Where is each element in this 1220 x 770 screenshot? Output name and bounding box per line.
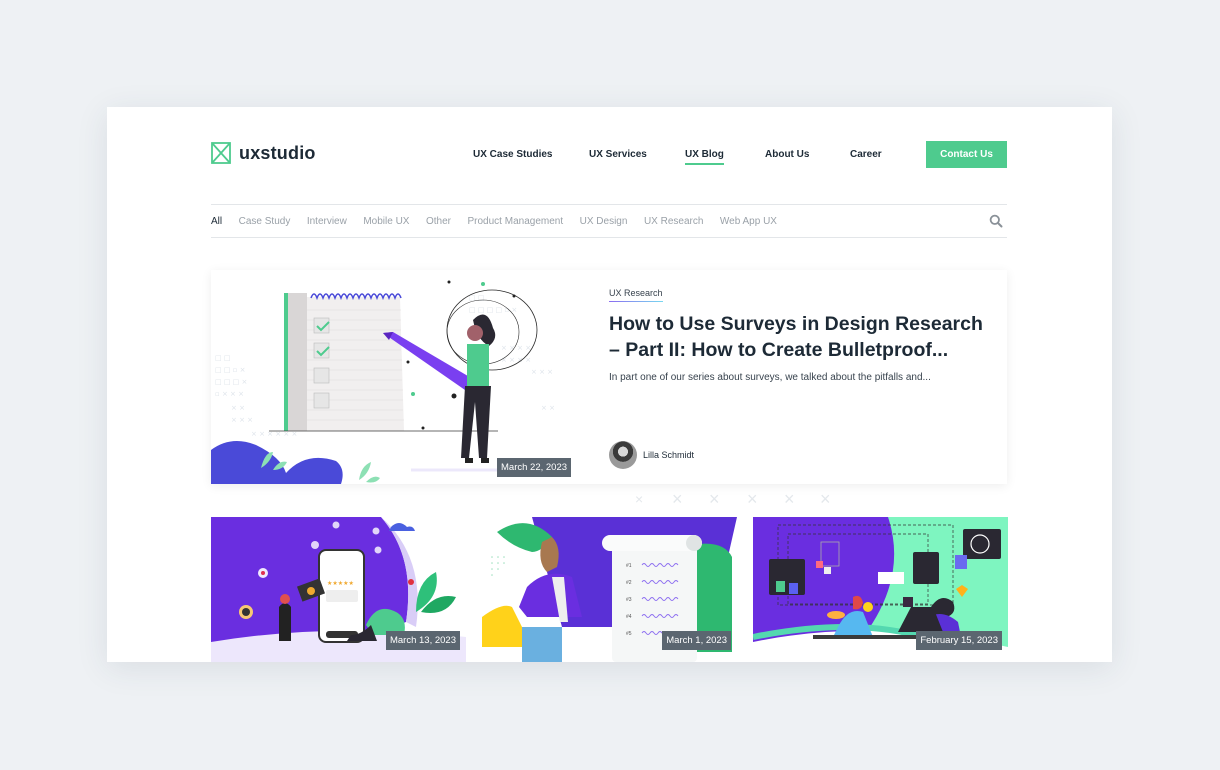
category-filter-bar: All Case Study Interview Mobile UX Other…: [211, 204, 1007, 238]
decorative-x-mark: ×: [672, 489, 683, 509]
card-date-badge: March 13, 2023: [385, 631, 460, 650]
svg-text:□ □: □ □: [215, 354, 230, 362]
nav-about-us[interactable]: About Us: [765, 149, 809, 160]
author[interactable]: Lilla Schmidt: [609, 441, 694, 469]
svg-text:□ □ ▫ ×: □ □ ▫ ×: [215, 366, 246, 374]
featured-article-illustration: □ □ □ □ ▫ × □ □ □ × ▫ × × × × × × × × × × × …: [211, 270, 575, 484]
filter-web-app-ux[interactable]: Web App UX: [720, 216, 777, 227]
svg-text:□ □ □ □ ▫ ×: □ □ □ □ ▫ ×: [469, 306, 517, 314]
search-icon[interactable]: [989, 214, 1003, 228]
category-tag[interactable]: UX Research: [609, 288, 663, 302]
article-excerpt: In part one of our series about surveys,…: [609, 372, 931, 383]
page-frame: uxstudio UX Case Studies UX Services UX …: [107, 107, 1112, 662]
author-name: Lilla Schmidt: [643, 450, 695, 460]
decorative-x-mark: ×: [820, 489, 831, 509]
filter-mobile-ux[interactable]: Mobile UX: [363, 216, 409, 227]
card-date-badge: February 15, 2023: [916, 631, 1002, 650]
svg-text:× × ×: × × ×: [231, 416, 253, 424]
article-card[interactable]: ★★★★★ March 13, 2023: [211, 517, 466, 662]
svg-text:× ×: × ×: [541, 404, 555, 412]
filter-case-study[interactable]: Case Study: [239, 216, 291, 227]
svg-text:× ×: × ×: [231, 404, 245, 412]
nav-career[interactable]: Career: [850, 149, 882, 160]
decorative-x-mark: ×: [747, 489, 758, 509]
filter-interview[interactable]: Interview: [307, 216, 347, 227]
svg-text:#4: #4: [626, 614, 632, 620]
card-date-badge: March 1, 2023: [662, 631, 731, 650]
svg-text:#3: #3: [626, 597, 632, 603]
filter-list: All Case Study Interview Mobile UX Other…: [211, 216, 793, 227]
svg-text:× × ×: × × ×: [531, 368, 553, 376]
avatar: [609, 441, 637, 469]
contact-us-button[interactable]: Contact Us: [926, 141, 1007, 168]
featured-article-body: UX Research How to Use Surveys in Design…: [609, 270, 987, 484]
article-card[interactable]: February 15, 2023: [753, 517, 1008, 662]
decorative-x-mark: ×: [709, 489, 720, 509]
decorative-x-mark: ×: [784, 489, 795, 509]
svg-text:★★★★★: ★★★★★: [327, 580, 354, 587]
article-card[interactable]: #1 #2 #3 #4 #5 March 1, 2023: [482, 517, 737, 662]
svg-text:□ □: □ □: [469, 294, 484, 302]
decorative-x-mark: ×: [635, 491, 644, 507]
nav-ux-case-studies[interactable]: UX Case Studies: [473, 149, 552, 160]
nav-ux-blog[interactable]: UX Blog: [685, 149, 724, 165]
nav-ux-services[interactable]: UX Services: [589, 149, 647, 160]
article-title[interactable]: How to Use Surveys in Design Research – …: [609, 311, 989, 363]
filter-ux-design[interactable]: UX Design: [580, 216, 628, 227]
filter-all[interactable]: All: [211, 216, 222, 227]
svg-text:#5: #5: [626, 631, 632, 637]
svg-text:□ □ □ ×: □ □ □ ×: [215, 378, 247, 386]
svg-text:#1: #1: [626, 563, 632, 569]
svg-text:#2: #2: [626, 580, 632, 586]
filter-ux-research[interactable]: UX Research: [644, 216, 703, 227]
filter-product-management[interactable]: Product Management: [468, 216, 564, 227]
featured-date-badge: March 22, 2023: [497, 458, 572, 477]
survey-checklist-illustration: □ □ □ □ ▫ × □ □ □ × ▫ × × × × × × × × × × × …: [211, 280, 571, 484]
featured-article-card[interactable]: □ □ □ □ ▫ × □ □ □ × ▫ × × × × × × × × × × × …: [211, 270, 1007, 484]
svg-text:▫ × × ×: ▫ × × ×: [215, 390, 244, 398]
filter-other[interactable]: Other: [426, 216, 451, 227]
